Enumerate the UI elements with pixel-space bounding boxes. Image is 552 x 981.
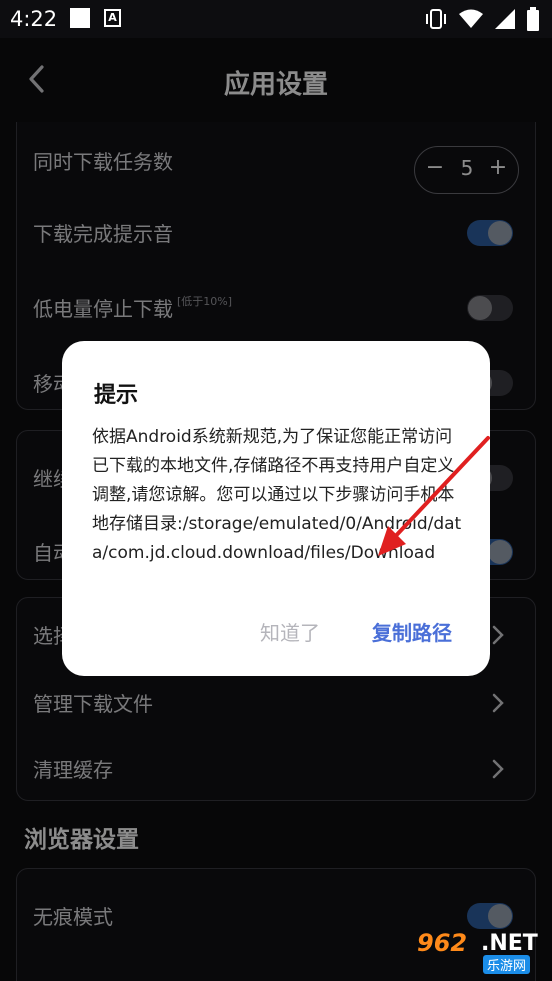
notification-icon xyxy=(70,8,90,28)
battery-icon xyxy=(527,7,539,31)
signal-icon xyxy=(495,9,515,29)
copy-path-button[interactable]: 复制路径 xyxy=(372,617,452,646)
watermark-net: .NET xyxy=(481,931,538,956)
system-icons xyxy=(424,7,540,31)
wifi-icon xyxy=(459,9,483,28)
dialog-title: 提示 xyxy=(94,383,139,408)
dialog-message: 依据Android系统新规范,为了保证您能正常访问已下载的本地文件,存储路径不再… xyxy=(92,427,462,563)
watermark-brand: 962 xyxy=(417,929,468,957)
notification-a-icon: A xyxy=(104,9,121,27)
status-bar: 4:22 A xyxy=(0,0,552,38)
site-watermark: 962 .NET 乐游网 xyxy=(411,927,546,975)
notice-dialog: 提示 依据Android系统新规范,为了保证您能正常访问已下载的本地文件,存储路… xyxy=(62,341,490,676)
status-time: 4:22 xyxy=(10,7,58,31)
dismiss-button[interactable]: 知道了 xyxy=(260,617,320,646)
watermark-sub: 乐游网 xyxy=(483,955,531,974)
vibrate-icon xyxy=(426,9,446,29)
